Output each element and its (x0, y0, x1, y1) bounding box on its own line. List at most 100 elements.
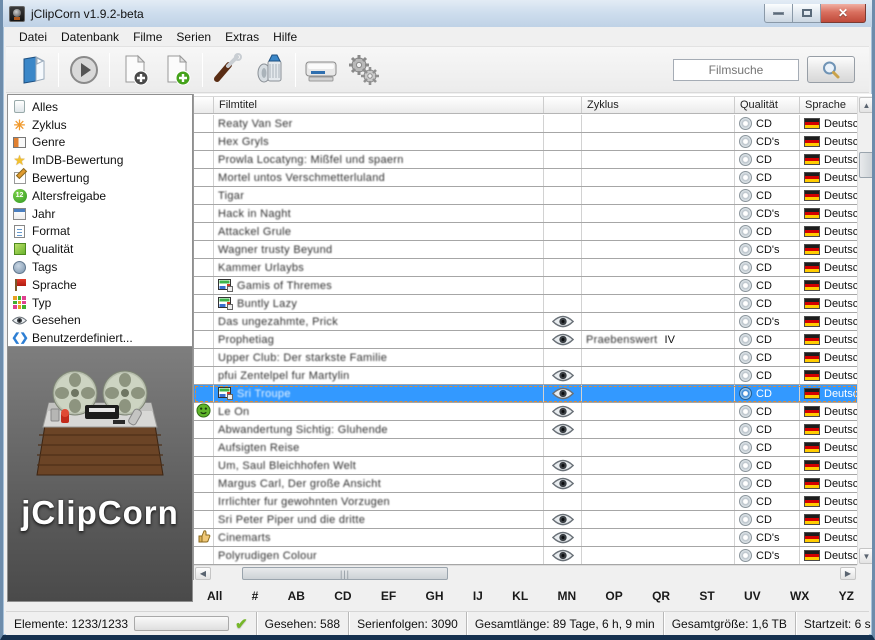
scan-icon[interactable] (300, 50, 342, 90)
play-icon[interactable] (63, 50, 105, 90)
sidebar-item-typ[interactable]: Typ (10, 294, 190, 312)
table-row[interactable]: Hex GrylsCD'sDeutsch (194, 133, 857, 151)
menu-item-hilfe[interactable]: Hilfe (266, 28, 304, 46)
table-row[interactable]: Sri Peter Piper und die dritteCDDeutsch (194, 511, 857, 529)
jar-icon (12, 99, 27, 114)
alphabet-filter-gh[interactable]: GH (426, 589, 444, 603)
quality-label: CD (756, 442, 772, 454)
alphabet-filter-uv[interactable]: UV (744, 589, 761, 603)
sidebar-item-imdb-bewertung[interactable]: ★ImDB-Bewertung (10, 151, 190, 169)
german-flag-icon (804, 316, 820, 327)
table-row[interactable]: Gamis of ThremesCDDeutsch (194, 277, 857, 295)
table-row[interactable]: Kammer UrlaybsCDDeutsch (194, 259, 857, 277)
cd-icon (739, 369, 752, 382)
german-flag-icon (804, 208, 820, 219)
alphabet-filter-st[interactable]: ST (699, 589, 714, 603)
settings-icon[interactable] (342, 50, 384, 90)
column-header-zyklus[interactable]: Zyklus (582, 97, 735, 113)
horizontal-scrollbar[interactable]: ◀ ||| ▶ (194, 565, 857, 580)
movie-title: Le On (218, 406, 249, 418)
alphabet-filter-mn[interactable]: MN (557, 589, 576, 603)
sidebar-item-zyklus[interactable]: ✳Zyklus (10, 116, 190, 134)
vertical-scrollbar[interactable]: ▲ ▼ (857, 96, 874, 565)
table-row[interactable]: Irrlichter fur gewohnten VorzugenCDDeuts… (194, 493, 857, 511)
add-series-icon[interactable] (156, 50, 198, 90)
column-header-qualitat[interactable]: Qualität (735, 97, 800, 113)
menu-item-filme[interactable]: Filme (126, 28, 169, 46)
alphabet-filter-ef[interactable]: EF (381, 589, 396, 603)
table-row[interactable]: Attackel GruleCDDeutsch (194, 223, 857, 241)
table-row[interactable]: ProphetiagPraebenswert IVCDDeutsch (194, 331, 857, 349)
sidebar-item-alles[interactable]: Alles (10, 98, 190, 116)
table-row[interactable]: Hack in NaghtCD'sDeutsch (194, 205, 857, 223)
table-row[interactable]: TigarCDDeutsch (194, 187, 857, 205)
close-button[interactable]: ✕ (821, 4, 866, 23)
menu-item-datenbank[interactable]: Datenbank (54, 28, 126, 46)
scroll-left-icon[interactable]: ◀ (195, 567, 211, 580)
alphabet-filter-wx[interactable]: WX (790, 589, 809, 603)
alphabet-filter-kl[interactable]: KL (512, 589, 528, 603)
total-length: Gesamtlänge: 89 Tage, 6 h, 9 min (467, 612, 664, 635)
scroll-down-icon[interactable]: ▼ (859, 548, 874, 564)
alphabet-filter-ab[interactable]: AB (288, 589, 305, 603)
table-row[interactable]: Abwandertung Sichtig: GluhendeCDDeutsch (194, 421, 857, 439)
table-row[interactable]: Um, Saul Bleichhofen WeltCDDeutsch (194, 457, 857, 475)
language-label: Deutsch (824, 550, 857, 562)
quality-label: CD (756, 118, 772, 130)
table-row[interactable]: Prowla Locatyng: Mißfel und spaernCDDeut… (194, 151, 857, 169)
table-row[interactable]: Polyrudigen ColourCD'sDeutsch (194, 547, 857, 565)
table-row[interactable]: Buntly LazyCDDeutsch (194, 295, 857, 313)
table-row[interactable]: Wagner trusty BeyundCD'sDeutsch (194, 241, 857, 259)
alphabet-filter-ij[interactable]: IJ (473, 589, 483, 603)
quality-label: CD (756, 370, 772, 382)
alphabet-filter-all[interactable]: All (207, 589, 222, 603)
search-input[interactable] (673, 59, 799, 81)
scroll-right-icon[interactable]: ▶ (840, 567, 856, 580)
table-row[interactable]: pfui Zentelpel fur MartylinCDDeutsch (194, 367, 857, 385)
table-row[interactable]: Mortel untos VerschmetterlulandCDDeutsch (194, 169, 857, 187)
open-database-icon[interactable] (12, 50, 54, 90)
sidebar-item-bewertung[interactable]: Bewertung (10, 169, 190, 187)
menu-item-datei[interactable]: Datei (12, 28, 54, 46)
sidebar-item-gesehen[interactable]: Gesehen (10, 312, 190, 330)
column-header-sprache[interactable]: Sprache (800, 97, 857, 113)
sidebar-item-benutzerdefiniert[interactable]: ❮❯Benutzerdefiniert... (10, 329, 190, 347)
tools-icon[interactable] (207, 50, 249, 90)
sidebar-item-altersfreigabe[interactable]: 12Altersfreigabe (10, 187, 190, 205)
column-header-blank[interactable] (194, 97, 214, 113)
sidebar-item-tags[interactable]: Tags (10, 258, 190, 276)
alphabet-filter-num[interactable]: # (252, 589, 259, 603)
alphabet-filter-yz[interactable]: YZ (839, 589, 854, 603)
table-row[interactable]: Upper Club: Der starkste FamilieCDDeutsc… (194, 349, 857, 367)
menu-item-serien[interactable]: Serien (169, 28, 218, 46)
alphabet-filter-op[interactable]: OP (605, 589, 622, 603)
alphabet-filter-qr[interactable]: QR (652, 589, 670, 603)
trash-icon[interactable] (249, 50, 291, 90)
sidebar-item-genre[interactable]: Genre (10, 134, 190, 152)
maximize-button[interactable] (793, 4, 821, 23)
table-row[interactable]: Sri TroupeCDDeutsch (194, 385, 857, 403)
menu-item-extras[interactable]: Extras (218, 28, 266, 46)
add-movie-icon[interactable] (114, 50, 156, 90)
minimize-button[interactable] (764, 4, 793, 23)
table-row[interactable]: Le OnCDDeutsch (194, 403, 857, 421)
sidebar-item-format[interactable]: Format (10, 223, 190, 241)
table-row[interactable]: Das ungezahmte, PrickCD'sDeutsch (194, 313, 857, 331)
column-header-blank[interactable] (544, 97, 582, 113)
sidebar-item-qualit-t[interactable]: Qualität (10, 240, 190, 258)
sidebar-item-sprache[interactable]: Sprache (10, 276, 190, 294)
scroll-up-icon[interactable]: ▲ (859, 97, 874, 113)
flag-icon (12, 277, 27, 292)
column-header-filmtitel[interactable]: Filmtitel (214, 97, 544, 113)
sidebar-item-jahr[interactable]: Jahr (10, 205, 190, 223)
movie-type-icon (218, 387, 233, 400)
table-row[interactable]: Reaty Van SerCDDeutsch (194, 115, 857, 133)
table-row[interactable]: Aufsigten ReiseCDDeutsch (194, 439, 857, 457)
table-row[interactable]: Margus Carl, Der große AnsichtCDDeutsch (194, 475, 857, 493)
search-button[interactable] (807, 56, 855, 83)
table-row[interactable]: CinemartsCD'sDeutsch (194, 529, 857, 547)
sidebar-item-label: Genre (32, 135, 65, 149)
vertical-scroll-thumb[interactable] (859, 152, 874, 178)
horizontal-scroll-thumb[interactable]: ||| (242, 567, 448, 580)
alphabet-filter-cd[interactable]: CD (334, 589, 351, 603)
